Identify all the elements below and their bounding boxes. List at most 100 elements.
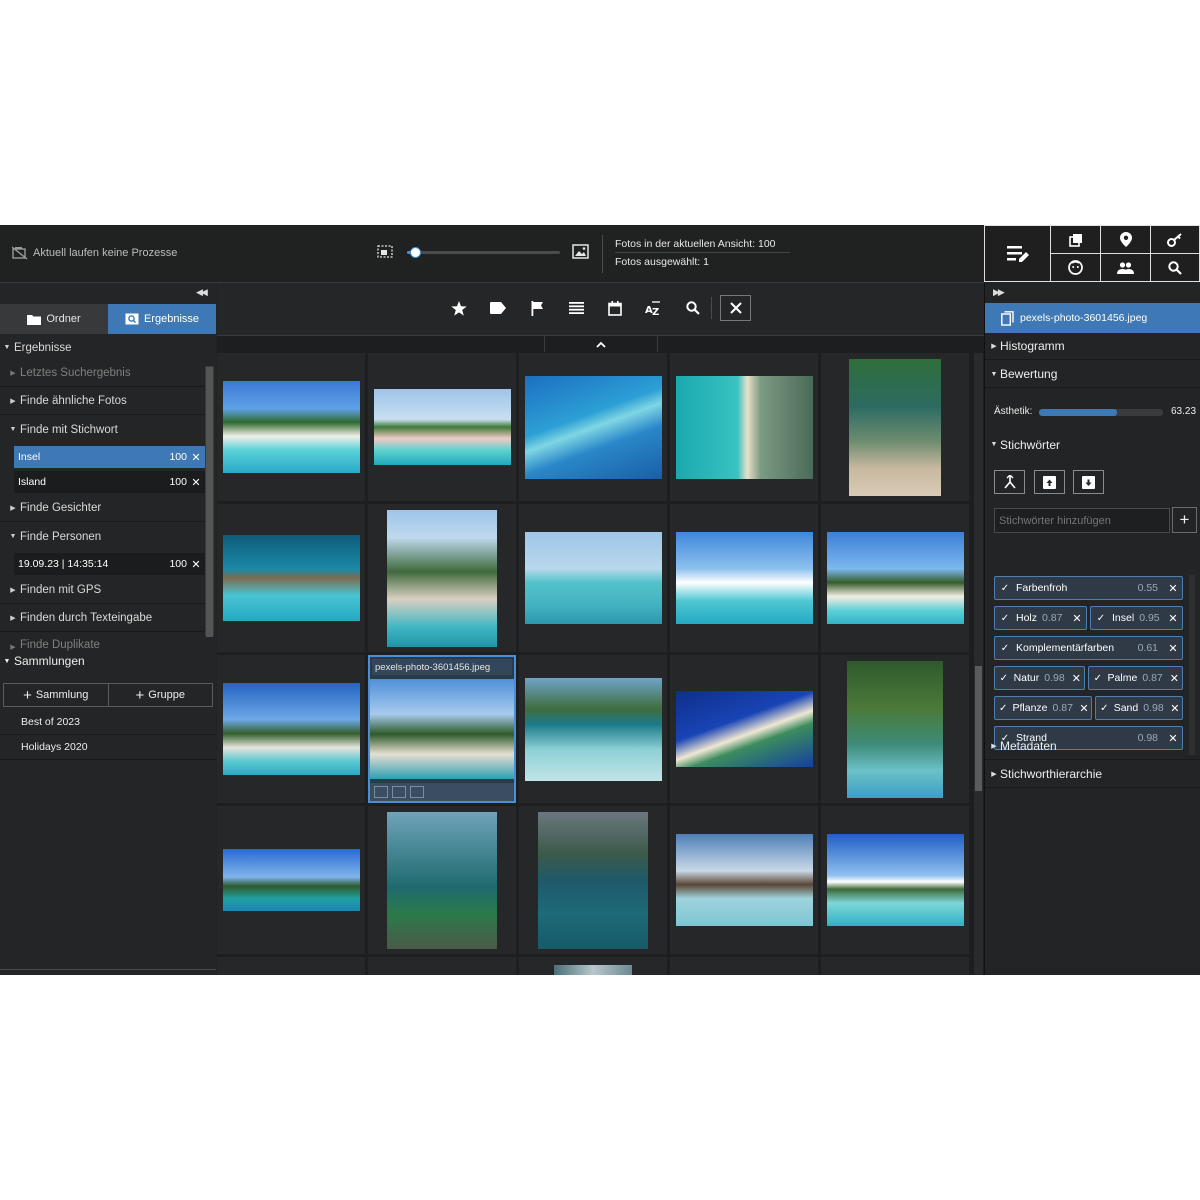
collection-item[interactable]: Holidays 2020 — [0, 735, 216, 760]
photo-thumbnail[interactable] — [368, 806, 516, 954]
check-icon[interactable]: ✓ — [997, 703, 1009, 714]
keyword-chip[interactable]: ✓ Insel 0.95 ✕ — [1090, 606, 1183, 630]
keyword-chip[interactable]: ✓ Natur 0.98 ✕ — [994, 666, 1085, 690]
rating-filter-button[interactable] — [449, 298, 469, 318]
check-icon[interactable]: ✓ — [997, 643, 1013, 654]
check-icon[interactable]: ✓ — [997, 673, 1011, 684]
keyword-merge-button[interactable] — [994, 470, 1025, 494]
left-scrollbar-thumb[interactable] — [206, 367, 213, 637]
remove-keyword-icon[interactable]: ✕ — [1077, 702, 1091, 715]
clear-filters-button[interactable] — [720, 295, 751, 321]
section-keywords[interactable]: ▼ Stichwörter — [985, 431, 1200, 458]
flag-filter-button[interactable] — [527, 298, 547, 318]
photo-thumbnail[interactable] — [217, 655, 365, 803]
photo-thumbnail[interactable] — [670, 806, 818, 954]
keyword-chip[interactable]: ✓ Farbenfroh 0.55 ✕ — [994, 576, 1183, 600]
remove-keyword-icon[interactable]: ✕ — [1068, 612, 1086, 625]
item-find-faces[interactable]: ▶ Finde Gesichter — [0, 495, 205, 522]
keyword-result-insel[interactable]: Insel 100 ✕ — [14, 446, 205, 468]
photo-thumbnail[interactable] — [519, 806, 667, 954]
zoom-in-icon[interactable] — [572, 244, 589, 259]
label-filter-button[interactable] — [488, 298, 508, 318]
grid-scrollbar-thumb[interactable] — [975, 666, 982, 791]
item-similar-photos[interactable]: ▶ Finde ähnliche Fotos — [0, 388, 205, 415]
add-keyword-button[interactable]: + — [1172, 507, 1197, 533]
edit-icon[interactable] — [392, 786, 406, 798]
photo-thumbnail[interactable] — [821, 655, 969, 803]
location-button[interactable] — [1100, 225, 1151, 254]
unrate-icon[interactable] — [374, 786, 388, 798]
photo-thumbnail[interactable] — [217, 353, 365, 501]
results-header[interactable]: ▼ Ergebnisse — [0, 334, 216, 361]
remove-keyword-icon[interactable]: ✕ — [1168, 702, 1182, 715]
person-result[interactable]: 19.09.23 | 14:35:14 100 ✕ — [14, 553, 205, 575]
keyword-export-button[interactable] — [1073, 470, 1104, 494]
search-panel-button[interactable] — [1150, 253, 1200, 282]
item-find-persons[interactable]: ▼ Finde Personen — [0, 523, 205, 550]
keyword-import-button[interactable] — [1034, 470, 1065, 494]
section-histogram[interactable]: ▶ Histogramm — [985, 333, 1200, 360]
photo-thumbnail[interactable] — [217, 957, 365, 975]
flag-icon[interactable] — [410, 786, 424, 798]
photo-thumbnail[interactable] — [821, 353, 969, 501]
check-icon[interactable]: ✓ — [1098, 703, 1111, 714]
photo-thumbnail[interactable] — [368, 957, 516, 975]
photo-thumbnail[interactable] — [670, 655, 818, 803]
add-group-button[interactable]: + Gruppe — [107, 684, 213, 706]
keywords-scrollbar[interactable] — [1189, 575, 1195, 755]
check-icon[interactable]: ✓ — [997, 613, 1013, 624]
photo-thumbnail[interactable] — [368, 353, 516, 501]
keys-button[interactable] — [1150, 225, 1200, 254]
photo-thumbnail[interactable] — [368, 504, 516, 652]
keyword-chip[interactable]: ✓ Palme 0.87 ✕ — [1088, 666, 1183, 690]
keyword-chip[interactable]: ✓ Holz 0.87 ✕ — [994, 606, 1087, 630]
item-find-gps[interactable]: ▶ Finden mit GPS — [0, 577, 205, 604]
date-filter-button[interactable] — [605, 298, 625, 318]
photo-thumbnail[interactable] — [821, 957, 969, 975]
copies-button[interactable] — [1050, 225, 1101, 254]
check-icon[interactable]: ✓ — [1091, 673, 1105, 684]
collapse-left-icon[interactable]: ◀◀ — [196, 287, 208, 298]
remove-result-icon[interactable]: ✕ — [187, 476, 205, 489]
scroll-top-button[interactable] — [544, 336, 658, 352]
photo-thumbnail[interactable] — [519, 655, 667, 803]
tab-results[interactable]: Ergebnisse — [108, 304, 216, 334]
remove-keyword-icon[interactable]: ✕ — [1069, 672, 1084, 685]
check-icon[interactable]: ✓ — [997, 583, 1013, 594]
keyword-chip[interactable]: ✓ Komplementärfarben 0.61 ✕ — [994, 636, 1183, 660]
photo-thumbnail[interactable] — [217, 806, 365, 954]
photo-thumbnail[interactable] — [821, 806, 969, 954]
tab-folders[interactable]: Ordner — [0, 304, 108, 334]
photo-thumbnail-selected[interactable]: pexels-photo-3601456.jpeg — [368, 655, 516, 803]
faces-button[interactable] — [1050, 253, 1101, 282]
item-find-duplicates[interactable]: ▶ Finde Duplikate — [0, 633, 205, 651]
collections-header[interactable]: ▼ Sammlungen — [0, 651, 216, 671]
remove-result-icon[interactable]: ✕ — [187, 451, 205, 464]
photo-thumbnail[interactable] — [821, 504, 969, 652]
search-filter-button[interactable] — [683, 298, 703, 318]
photo-thumbnail[interactable] — [670, 353, 818, 501]
remove-keyword-icon[interactable]: ✕ — [1167, 672, 1182, 685]
sort-button[interactable]: AZ — [644, 298, 664, 318]
grid-scrollbar-track[interactable] — [974, 353, 983, 975]
photo-thumbnail[interactable] — [519, 957, 667, 975]
zoom-slider-track[interactable] — [407, 251, 560, 254]
photo-thumbnail[interactable] — [670, 957, 818, 975]
collapse-right-icon[interactable]: ▶▶ — [993, 287, 1005, 298]
photo-thumbnail[interactable] — [217, 504, 365, 652]
keyword-chip[interactable]: ✓ Pflanze 0.87 ✕ — [994, 696, 1092, 720]
add-collection-button[interactable]: + Sammlung — [4, 684, 108, 706]
keyword-result-island[interactable]: Island 100 ✕ — [14, 471, 205, 493]
edit-metadata-button[interactable] — [984, 225, 1051, 282]
photo-thumbnail[interactable] — [519, 504, 667, 652]
keyword-chip[interactable]: ✓ Sand 0.98 ✕ — [1095, 696, 1183, 720]
remove-result-icon[interactable]: ✕ — [187, 558, 205, 571]
list-filter-button[interactable] — [566, 298, 586, 318]
check-icon[interactable]: ✓ — [1093, 613, 1109, 624]
item-find-text[interactable]: ▶ Finden durch Texteingabe — [0, 605, 205, 632]
persons-button[interactable] — [1100, 253, 1151, 282]
item-last-search[interactable]: ▶ Letztes Suchergebnis — [0, 360, 205, 387]
remove-keyword-icon[interactable]: ✕ — [1164, 582, 1182, 595]
remove-keyword-icon[interactable]: ✕ — [1164, 642, 1182, 655]
item-find-keyword[interactable]: ▼ Finde mit Stichwort — [0, 416, 205, 443]
